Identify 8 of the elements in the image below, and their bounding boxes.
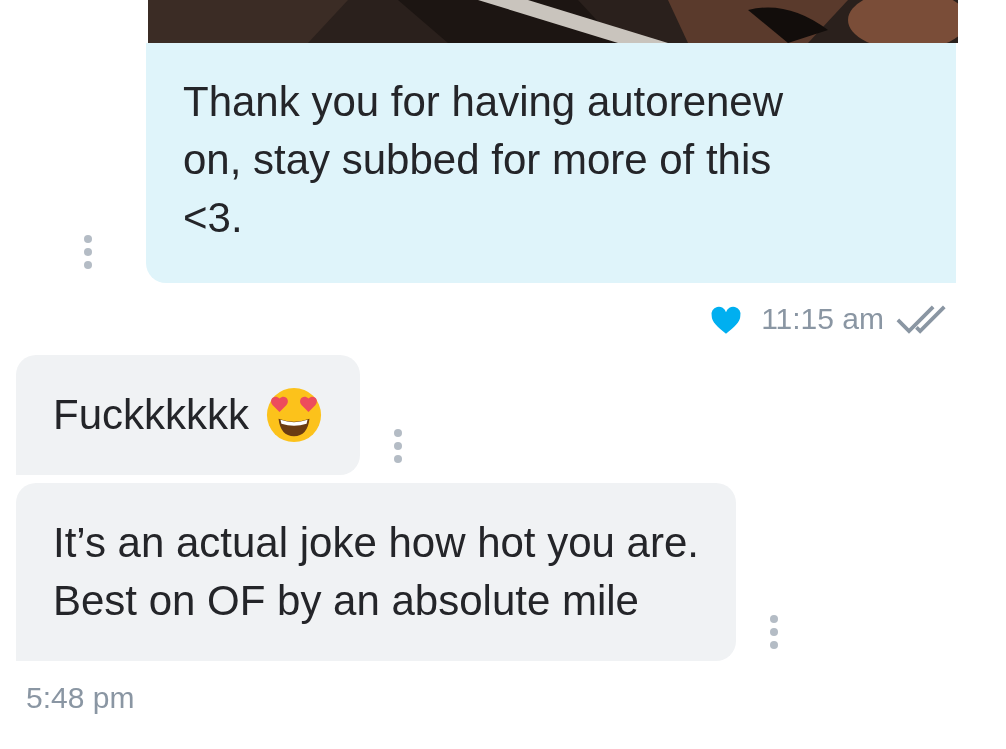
- message-text: It’s an actual joke how hot you are. Best on OF by an absolute mile: [53, 518, 699, 626]
- more-options-icon[interactable]: [769, 615, 778, 649]
- message-text: Thank you for having autorenew on, stay subbed for more of this <3.: [183, 78, 784, 241]
- more-options-icon[interactable]: [394, 429, 402, 463]
- message-text: Fuckkkkkk: [53, 390, 249, 440]
- message-time: 5:48 pm: [26, 681, 135, 714]
- more-options-icon[interactable]: [84, 235, 92, 269]
- message-time: 11:15 am: [761, 302, 884, 336]
